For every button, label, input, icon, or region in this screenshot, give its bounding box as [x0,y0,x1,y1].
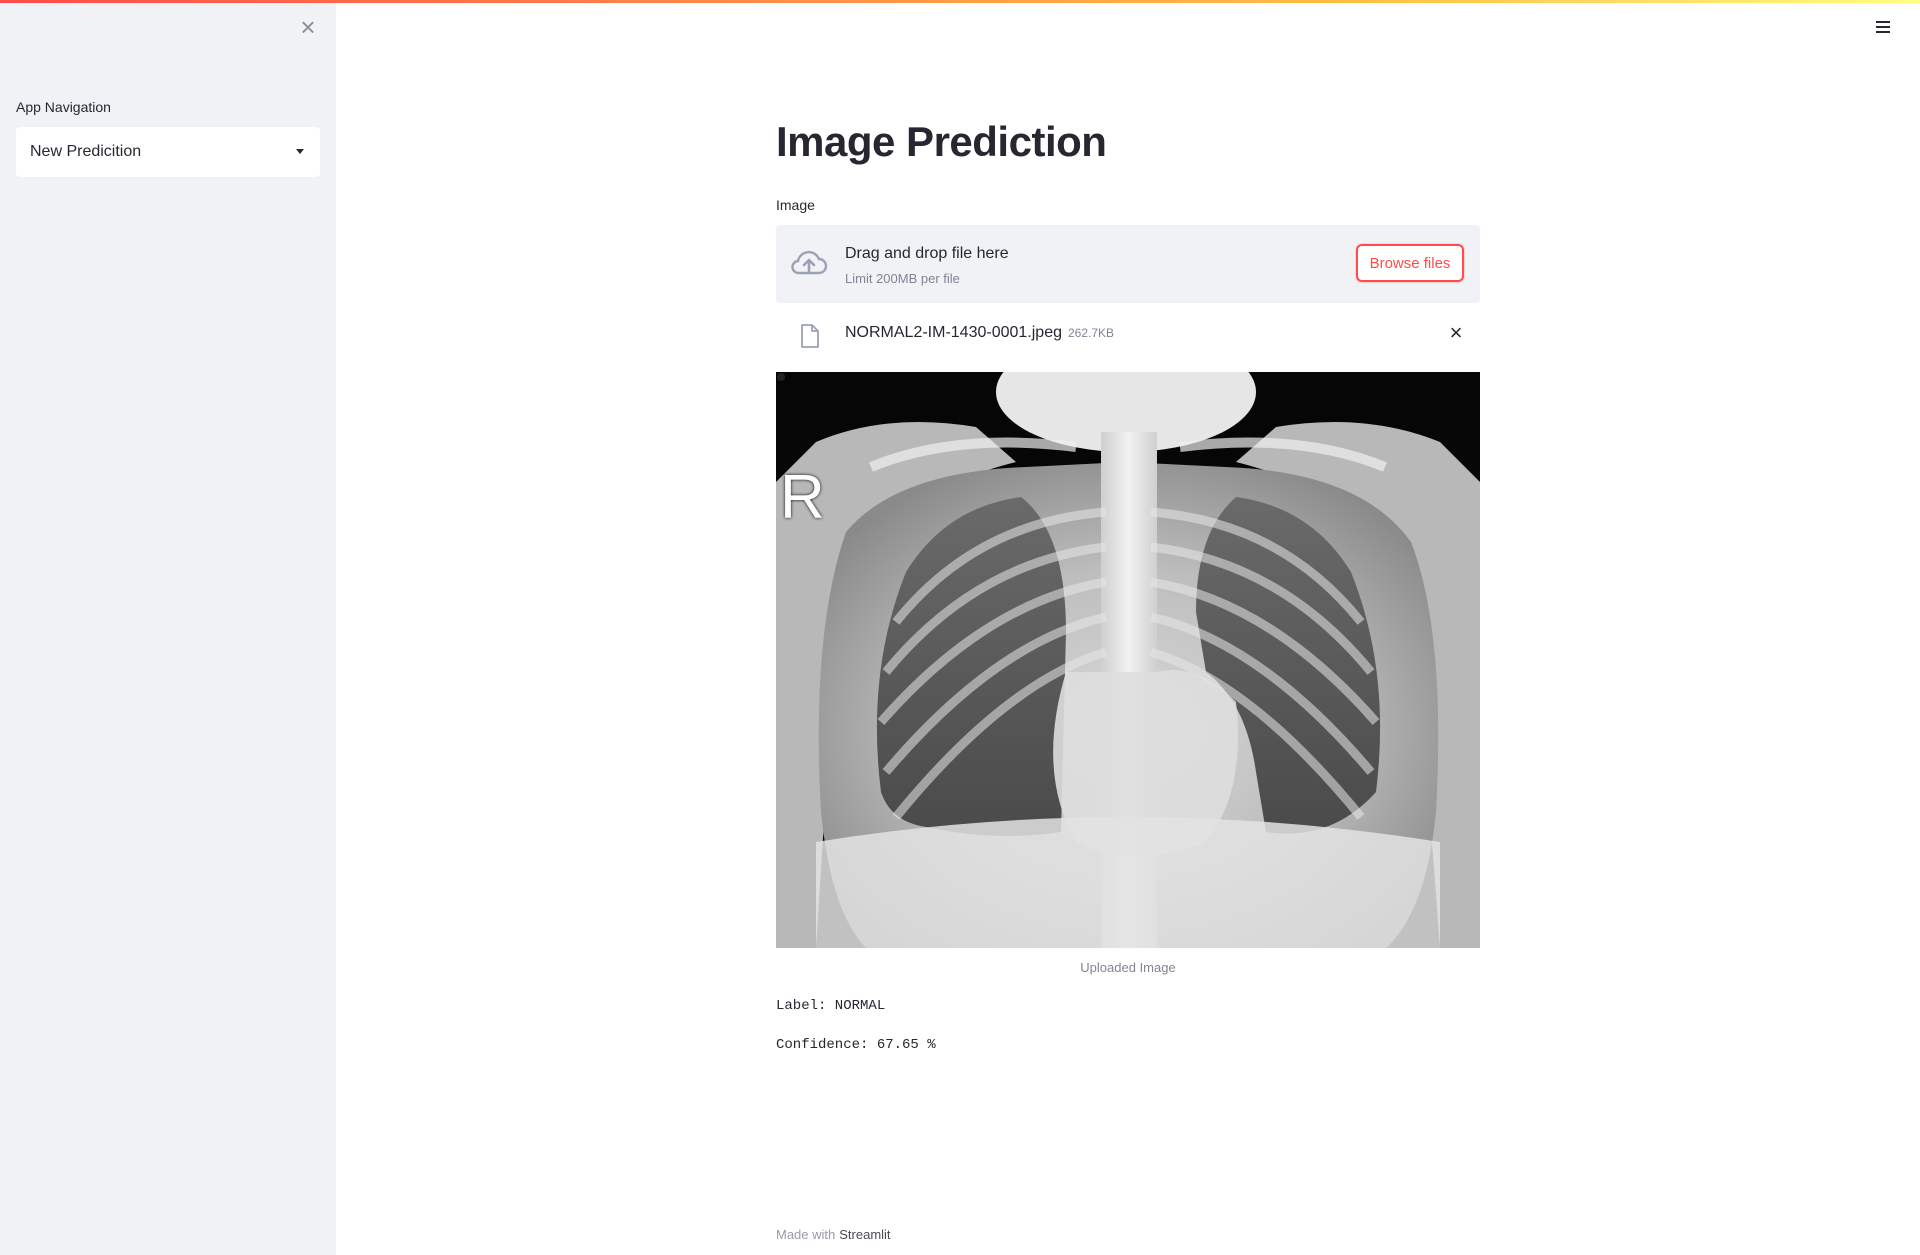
image-caption: Uploaded Image [1080,960,1176,975]
file-dropzone[interactable]: Drag and drop file here Limit 200MB per … [776,225,1480,303]
file-size: 262.7KB [1068,326,1115,340]
uploader-label: Image [776,197,815,213]
file-name-text: NORMAL2-IM-1430-0001.jpeg [845,324,1062,341]
close-icon[interactable]: × [296,14,320,40]
uploaded-image: R [776,372,1480,948]
sidebar: × App Navigation New Predicition [0,0,336,1255]
cloud-upload-icon [791,250,828,275]
nav-selected-value: New Predicition [30,143,142,160]
page-title: Image Prediction [776,118,1107,165]
footer: Made with Streamlit [776,1227,891,1242]
prediction-confidence: Confidence: 67.65 % [776,1037,936,1053]
top-decoration-bar [0,0,1920,3]
remove-file-icon[interactable]: × [1446,321,1466,345]
file-icon [801,324,819,348]
file-name: NORMAL2-IM-1430-0001.jpeg 262.7KB [845,324,1114,342]
chevron-down-icon [296,149,304,154]
footer-made-with: Made with [776,1227,836,1242]
image-side-marker: R [780,463,825,532]
streamlit-link[interactable]: Streamlit [839,1227,890,1242]
uploaded-file-row: NORMAL2-IM-1430-0001.jpeg 262.7KB × [776,312,1480,354]
browse-files-button[interactable]: Browse files [1356,244,1464,282]
dropzone-limit: Limit 200MB per file [845,271,960,286]
app-navigation-select[interactable]: New Predicition [16,127,320,177]
dropzone-instructions: Drag and drop file here [845,245,1009,262]
hamburger-menu-icon[interactable] [1872,18,1894,38]
app-navigation-label: App Navigation [16,99,111,115]
chest-xray-image [776,372,1480,948]
prediction-label: Label: NORMAL [776,998,886,1014]
